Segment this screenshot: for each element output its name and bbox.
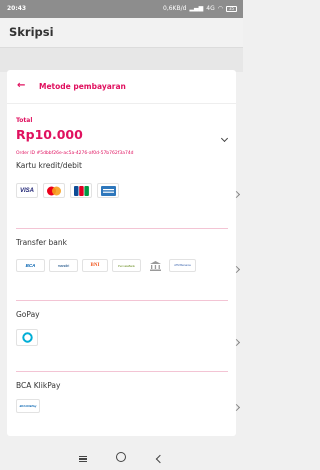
app-bar: Skripsi [0,18,243,48]
network-type: 4G [206,5,215,12]
method-logos [16,329,38,346]
recents-icon[interactable] [79,456,87,462]
back-arrow-icon[interactable]: ← [17,80,25,91]
bni-logo: BNI [82,259,108,272]
bca-klikpay-logo: BCA KlikPay [16,399,40,413]
network-speed: 0,6KB/d [163,5,187,12]
permata-logo: PermataBank [112,259,141,272]
method-logos: BCA KlikPay [16,399,40,413]
method-name: GoPay [16,310,40,319]
amex-logo [97,183,119,198]
total-amount: Rp10.000 [16,127,83,142]
method-credit-card[interactable]: Kartu kredit/debit VISA [7,156,241,228]
method-bank-transfer[interactable]: Transfer bank BCA mandiri BNI PermataBan… [7,228,241,300]
method-logos: VISA [16,183,119,198]
chevron-right-icon [232,190,241,199]
jcb-logo [70,183,92,198]
status-time: 20:43 [7,5,27,12]
battery-icon: 35 [226,5,237,12]
method-gopay[interactable]: GoPay [7,300,241,371]
payment-header: ← Metode pembayaran [7,70,236,104]
method-name: Kartu kredit/debit [16,161,82,170]
method-bca-klikpay[interactable]: BCA KlikPay BCA KlikPay [7,371,241,436]
chevron-right-icon [232,265,241,274]
wifi-icon: ◠ [217,5,223,12]
payment-card: ← Metode pembayaran Total Rp10.000 Order… [7,70,241,436]
header-band [0,48,243,72]
home-icon[interactable] [116,452,126,462]
method-name: BCA KlikPay [16,381,61,390]
chevron-right-icon [232,338,241,347]
total-label: Total [16,117,33,124]
payment-header-title: Metode pembayaran [39,82,126,91]
chevron-down-icon[interactable] [220,134,229,143]
method-name: Transfer bank [16,238,67,247]
method-logos: BCA mandiri BNI PermataBank ATM Bersama [16,259,196,272]
signal-icon: ▂▄▆ [189,5,204,12]
status-bar: 20:43 0,6KB/d ▂▄▆ 4G ◠ 35 [0,0,243,18]
mastercard-logo [43,183,65,198]
back-icon[interactable] [155,454,165,464]
app-title: Skripsi [9,25,54,39]
chevron-right-icon [232,403,241,412]
mandiri-logo: mandiri [49,259,78,272]
visa-logo: VISA [16,183,38,198]
status-icons: 0,6KB/d ▂▄▆ 4G ◠ 35 [163,5,237,12]
nav-bar [0,447,243,470]
gopay-logo [16,329,38,346]
bca-logo: BCA [16,259,45,272]
atm-bersama-logo: ATM Bersama [169,259,196,272]
bank-building-icon [145,259,165,272]
